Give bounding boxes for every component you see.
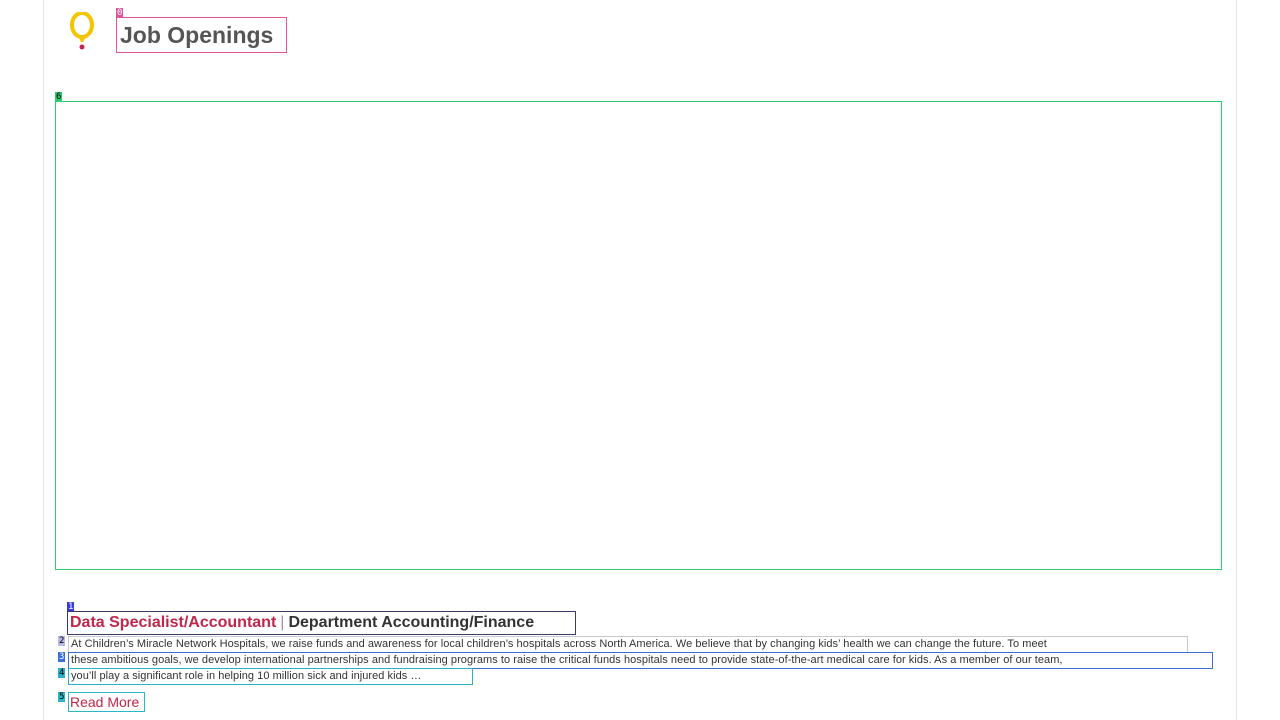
job-department: Department Accounting/Finance bbox=[288, 614, 535, 631]
job-description-line: At Children’s Miracle Network Hospitals,… bbox=[68, 636, 1188, 653]
balloon-icon bbox=[68, 11, 96, 52]
title-separator: | bbox=[280, 614, 285, 631]
map-area[interactable] bbox=[55, 101, 1222, 570]
label-2: 2 bbox=[58, 636, 66, 646]
job-description-line: you’ll play a significant role in helpin… bbox=[68, 668, 473, 685]
job-description-line: these ambitious goals, we develop intern… bbox=[68, 652, 1213, 669]
job-title[interactable]: Data Specialist/Accountant bbox=[70, 614, 276, 631]
read-more-link[interactable]: Read More bbox=[68, 692, 145, 712]
page-title: Job Openings bbox=[116, 17, 287, 53]
label-3: 3 bbox=[58, 652, 66, 662]
label-5: 5 bbox=[58, 692, 66, 702]
job-heading: Data Specialist/Accountant | Department Ac… bbox=[67, 611, 576, 635]
label-4: 4 bbox=[58, 668, 66, 678]
